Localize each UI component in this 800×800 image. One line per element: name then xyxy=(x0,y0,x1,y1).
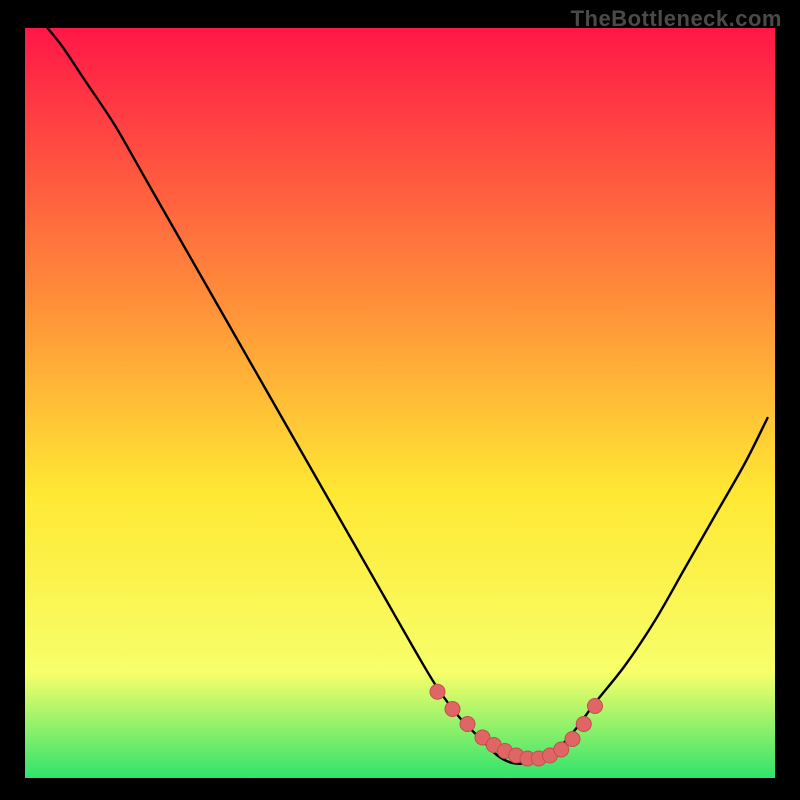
highlight-dot xyxy=(576,717,591,732)
gradient-background xyxy=(25,28,775,778)
highlight-dot xyxy=(430,684,445,699)
highlight-dot xyxy=(445,702,460,717)
plot-area xyxy=(25,28,775,778)
highlight-dot xyxy=(460,717,475,732)
highlight-dot xyxy=(565,732,580,747)
plot-svg xyxy=(25,28,775,778)
chart-frame: TheBottleneck.com xyxy=(0,0,800,800)
highlight-dot xyxy=(588,699,603,714)
